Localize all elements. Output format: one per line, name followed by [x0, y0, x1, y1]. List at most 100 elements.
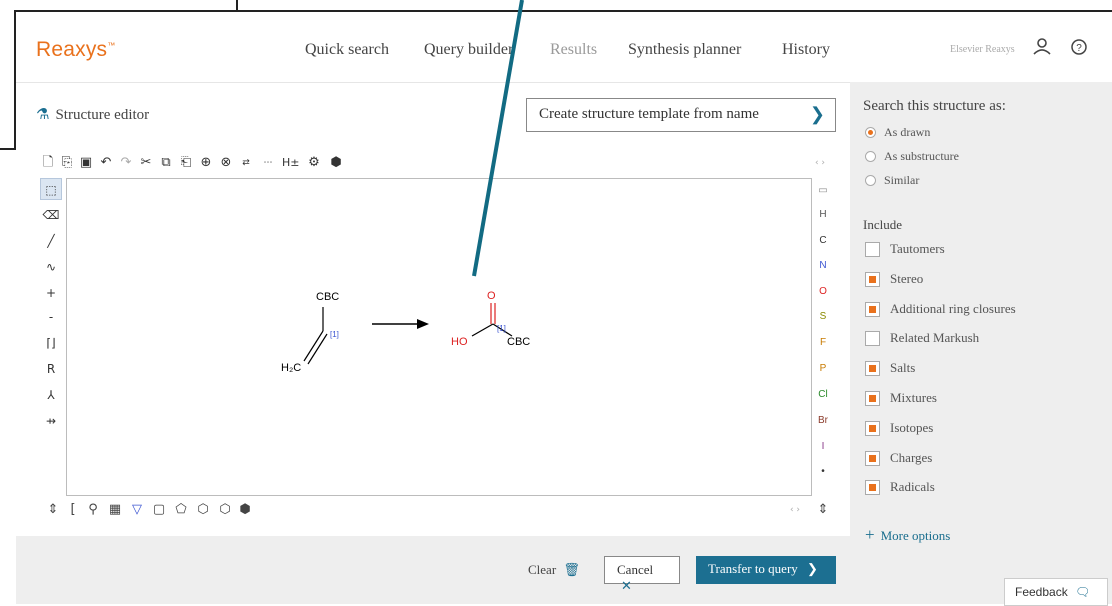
- checkbox-radicals-label[interactable]: Radicals: [890, 479, 935, 495]
- atom-i[interactable]: I: [816, 441, 830, 452]
- atom-o[interactable]: O: [816, 286, 830, 297]
- atom-c[interactable]: C: [816, 235, 830, 246]
- reaction-arrow-tool-icon[interactable]: ⇸: [40, 410, 62, 432]
- editor-title-text: Structure editor: [55, 107, 150, 123]
- expand-bottom-icon[interactable]: ‹ ›: [786, 501, 804, 519]
- nav-history[interactable]: History: [782, 41, 830, 59]
- radio-similar[interactable]: [865, 175, 876, 186]
- charge-minus-icon[interactable]: -: [40, 306, 62, 328]
- reaction-arrow-head: [417, 319, 429, 329]
- checkbox-isotopes-label[interactable]: Isotopes: [890, 420, 933, 436]
- radio-as-substructure[interactable]: [865, 151, 876, 162]
- checkbox-related-markush[interactable]: [865, 331, 880, 346]
- sgroup-bracket-icon[interactable]: ⌈⌋: [40, 332, 62, 354]
- atom-br[interactable]: Br: [816, 415, 830, 426]
- cyclohexane-icon[interactable]: ⬡: [194, 501, 212, 519]
- atom-n[interactable]: N: [816, 260, 830, 271]
- clear-button[interactable]: Clear 🗑: [528, 562, 580, 578]
- periodic-table-icon[interactable]: ▭: [816, 185, 830, 196]
- checkbox-tautomers[interactable]: [865, 242, 880, 257]
- atom-more[interactable]: •: [816, 466, 830, 477]
- checkbox-stereo-label[interactable]: Stereo: [890, 271, 923, 287]
- chain-tool-icon[interactable]: ∿: [40, 256, 62, 278]
- reaxys-logo[interactable]: Reaxys™: [36, 38, 115, 62]
- undo-icon[interactable]: ↶: [98, 155, 114, 171]
- checkbox-tautomers-label[interactable]: Tautomers: [890, 241, 945, 257]
- checkbox-salts-label[interactable]: Salts: [890, 360, 915, 376]
- expand-toolbar-icon[interactable]: ‹ ›: [812, 155, 828, 171]
- cyclooctane-icon[interactable]: ⬢: [236, 501, 254, 519]
- zoom-icon[interactable]: ⊕: [198, 155, 214, 171]
- cut-icon[interactable]: ✂: [138, 155, 154, 171]
- user-icon[interactable]: [1031, 36, 1053, 58]
- atom-f[interactable]: F: [816, 337, 830, 348]
- paste-icon[interactable]: ⎗: [178, 155, 194, 171]
- checkbox-radicals[interactable]: [865, 480, 880, 495]
- checkbox-salts[interactable]: [865, 361, 880, 376]
- new-document-icon[interactable]: 🗋: [40, 155, 56, 171]
- reactant-double-bond-b: [307, 333, 328, 365]
- zoom-out-icon[interactable]: ⊗: [218, 155, 234, 171]
- checkbox-stereo[interactable]: [865, 272, 880, 287]
- product-hydroxyl-label: HO: [451, 336, 468, 348]
- drawing-canvas[interactable]: CBC H₂C [1] O HO [1] CBC: [66, 178, 812, 496]
- eraser-tool-icon[interactable]: ⌫: [40, 204, 62, 226]
- rgroup-tool-icon[interactable]: R: [40, 358, 62, 380]
- radio-as-drawn-label[interactable]: As drawn: [884, 125, 930, 140]
- radio-as-substructure-label[interactable]: As substructure: [884, 149, 959, 164]
- more-options-link[interactable]: + More options: [865, 525, 950, 545]
- nav-synthesis-planner[interactable]: Synthesis planner: [628, 41, 741, 59]
- checkbox-charges[interactable]: [865, 451, 880, 466]
- help-icon[interactable]: ?: [1068, 36, 1090, 58]
- charge-plus-icon[interactable]: +: [40, 282, 62, 304]
- layout-2d-icon[interactable]: ⇄: [238, 155, 254, 171]
- checkbox-mixtures-label[interactable]: Mixtures: [890, 390, 937, 406]
- hydrogens-icon[interactable]: H±: [282, 155, 300, 171]
- atom-cl[interactable]: Cl: [816, 389, 830, 400]
- checkbox-related-markush-label[interactable]: Related Markush: [890, 330, 979, 346]
- radio-similar-label[interactable]: Similar: [884, 173, 919, 188]
- reactant-double-bond-a: [303, 330, 324, 362]
- create-template-button[interactable]: Create structure template from name ❯: [526, 98, 836, 132]
- checkbox-additional-ring-closures-label[interactable]: Additional ring closures: [890, 301, 1016, 317]
- plus-icon: +: [865, 525, 875, 544]
- nav-results[interactable]: Results: [550, 41, 597, 59]
- query-atom-icon[interactable]: ⋯: [260, 155, 276, 171]
- feedback-label: Feedback: [1015, 585, 1068, 599]
- redo-icon[interactable]: ↷: [118, 155, 134, 171]
- cyclobutane-icon[interactable]: ▢: [150, 501, 168, 519]
- open-icon[interactable]: ⎘: [59, 155, 75, 171]
- checkbox-additional-ring-closures[interactable]: [865, 302, 880, 317]
- checkbox-charges-label[interactable]: Charges: [890, 450, 932, 466]
- scroll-toggle-icon[interactable]: ⇕: [44, 501, 62, 519]
- abbreviation-tool-icon[interactable]: ⚲: [84, 501, 102, 519]
- feedback-button[interactable]: Feedback 🗨: [1004, 578, 1108, 606]
- atom-h[interactable]: H: [816, 209, 830, 220]
- bond-tool-icon[interactable]: ╱: [40, 230, 62, 252]
- chevron-right-icon: ❯: [807, 561, 818, 576]
- checkbox-isotopes[interactable]: [865, 421, 880, 436]
- cancel-button[interactable]: Cancel ✕: [604, 556, 680, 593]
- scroll-arrows-icon[interactable]: ⇕: [814, 501, 832, 519]
- bracket-tool-icon[interactable]: [: [64, 501, 82, 519]
- cyclopropane-icon[interactable]: ▽: [128, 501, 146, 519]
- product-cbc-label: CBC: [507, 336, 530, 348]
- checkbox-mixtures[interactable]: [865, 391, 880, 406]
- atom-s[interactable]: S: [816, 311, 830, 322]
- nav-quick-search[interactable]: Quick search: [305, 41, 389, 59]
- transfer-to-query-button[interactable]: Transfer to query ❯: [696, 556, 836, 584]
- brand-user-label: Elsevier Reaxys: [950, 44, 1015, 55]
- cyclopentane-icon[interactable]: ⬠: [172, 501, 190, 519]
- select-tool-icon[interactable]: ⬚: [40, 178, 62, 200]
- save-icon[interactable]: ▣: [78, 155, 94, 171]
- copy-icon[interactable]: ⧉: [158, 155, 174, 171]
- settings-gear-icon[interactable]: ⚙: [306, 155, 322, 171]
- aromatic-tool-icon[interactable]: ▦: [106, 501, 124, 519]
- radio-as-drawn[interactable]: [865, 127, 876, 138]
- cycloheptane-icon[interactable]: ⬡: [216, 501, 234, 519]
- info-icon[interactable]: ⬢: [328, 155, 344, 171]
- template-tool-icon[interactable]: ⅄: [40, 384, 62, 406]
- nav-query-builder[interactable]: Query builder: [424, 41, 513, 59]
- transfer-label: Transfer to query: [708, 561, 798, 576]
- atom-p[interactable]: P: [816, 363, 830, 374]
